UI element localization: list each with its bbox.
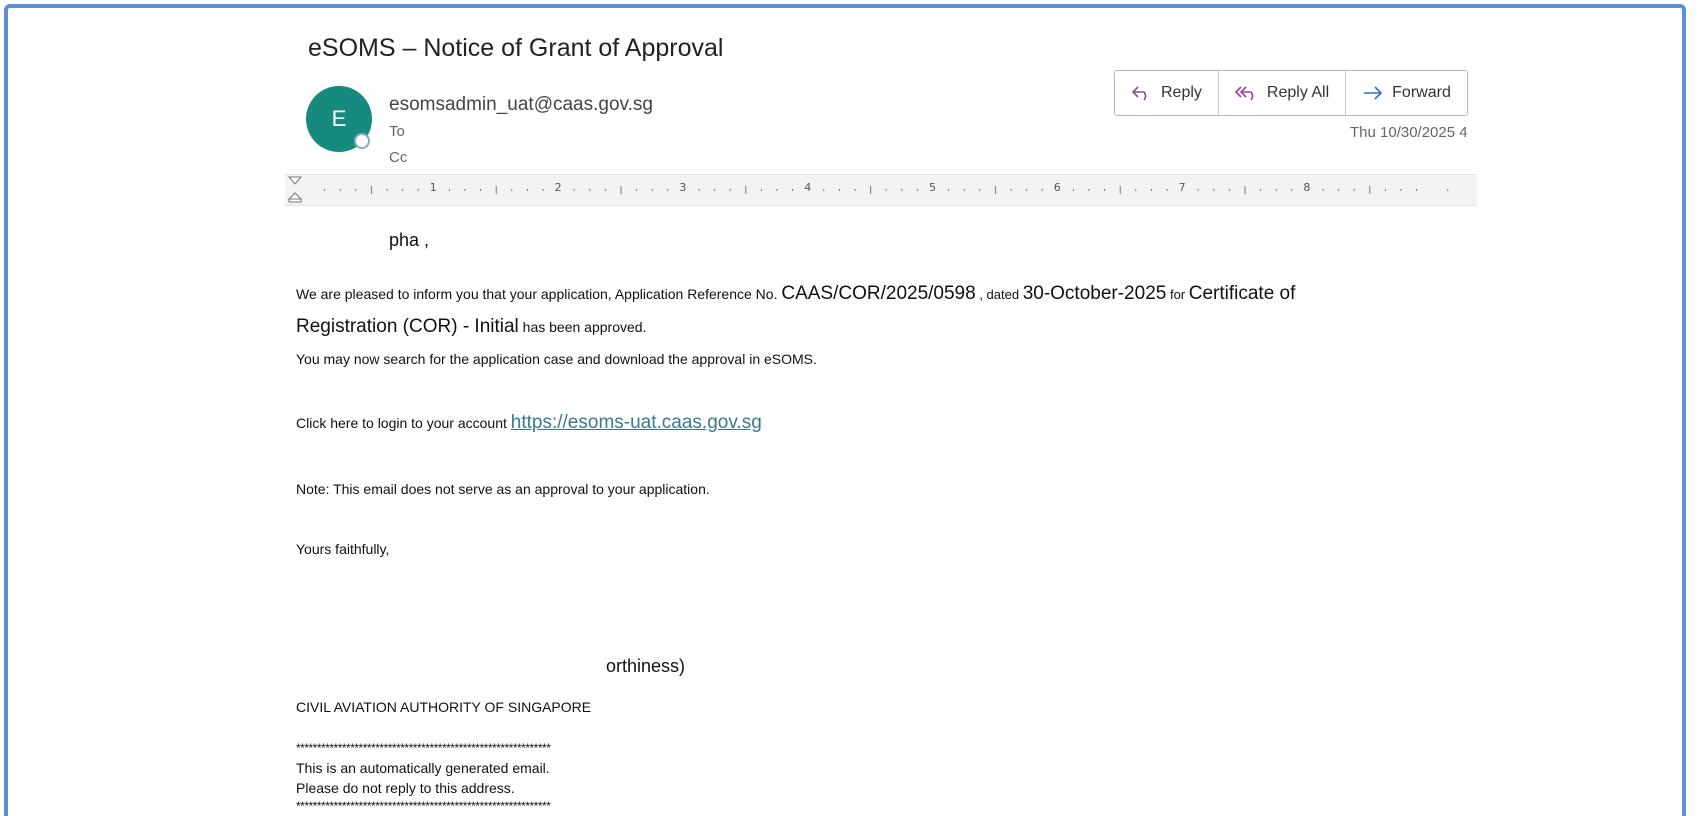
reply-button[interactable]: Reply	[1115, 71, 1219, 115]
greeting-name: pha ,	[389, 230, 430, 250]
reply-all-label: Reply All	[1266, 84, 1330, 101]
certificate-type-line1: Certificate of	[1188, 283, 1296, 304]
department-fragment: orthiness)	[606, 656, 686, 676]
message-actions: Reply Reply All Forward	[1114, 70, 1468, 116]
divider-stars-top: ****************************************…	[296, 741, 551, 755]
login-prefix: Click here to login to your account	[296, 415, 511, 431]
p1-text-c: for	[1166, 287, 1189, 302]
p1-text-a: We are pleased to inform you that your a…	[296, 286, 782, 302]
cc-label: Cc	[389, 149, 408, 166]
received-datetime: Thu 10/30/2025 4	[1350, 124, 1468, 141]
approval-paragraph: We are pleased to inform you that your a…	[296, 278, 1295, 343]
p1-text-d: has been approved.	[518, 319, 647, 335]
reply-all-button[interactable]: Reply All	[1219, 71, 1347, 115]
application-date: 30-October-2025	[1022, 283, 1167, 304]
ruler-number: 7	[1178, 181, 1186, 194]
reference-number: CAAS/COR/2025/0598	[781, 283, 976, 304]
to-label: To	[389, 123, 405, 140]
forward-label: Forward	[1392, 84, 1451, 101]
closing-text: Yours faithfully,	[296, 541, 390, 557]
organization-name: CIVIL AVIATION AUTHORITY OF SINGAPORE	[296, 699, 592, 715]
ruler-number: 5	[929, 181, 936, 194]
ruler-number: 8	[1303, 181, 1311, 194]
email-window: eSOMS – Notice of Grant of Approval E es…	[4, 4, 1686, 816]
forward-icon	[1364, 86, 1383, 100]
ruler-number: 4	[804, 181, 812, 194]
reply-all-icon	[1234, 86, 1254, 101]
ruler-number: 1	[429, 181, 437, 194]
email-subject: eSOMS – Notice of Grant of Approval	[308, 34, 724, 62]
reply-icon	[1131, 86, 1147, 101]
sender-address[interactable]: esomsadmin_uat@caas.gov.sg	[389, 94, 653, 116]
ruler-number: 2	[554, 181, 562, 194]
ruler-number: 6	[1053, 181, 1061, 194]
login-paragraph: Click here to login to your account http…	[296, 412, 762, 434]
login-link[interactable]: https://esoms-uat.caas.gov.sg	[511, 412, 762, 433]
do-not-reply-notice: Please do not reply to this address.	[296, 780, 515, 796]
document-ruler: 1 2 3 4 5 6 7 8	[285, 174, 1477, 206]
download-instruction: You may now search for the application c…	[296, 351, 817, 367]
reply-label: Reply	[1161, 84, 1202, 101]
ruler-ticks	[324, 186, 1449, 194]
forward-button[interactable]: Forward	[1346, 71, 1467, 115]
divider-stars-bottom: ****************************************…	[296, 799, 551, 813]
note-text: Note: This email does not serve as an ap…	[296, 481, 710, 497]
avatar-initial: E	[331, 106, 347, 131]
auto-email-notice: This is an automatically generated email…	[296, 760, 550, 776]
certificate-type-line2: Registration (COR) - Initial	[296, 316, 519, 337]
p1-text-b: , dated	[975, 287, 1023, 302]
ruler-number: 3	[679, 181, 687, 194]
presence-status-icon	[354, 133, 370, 149]
